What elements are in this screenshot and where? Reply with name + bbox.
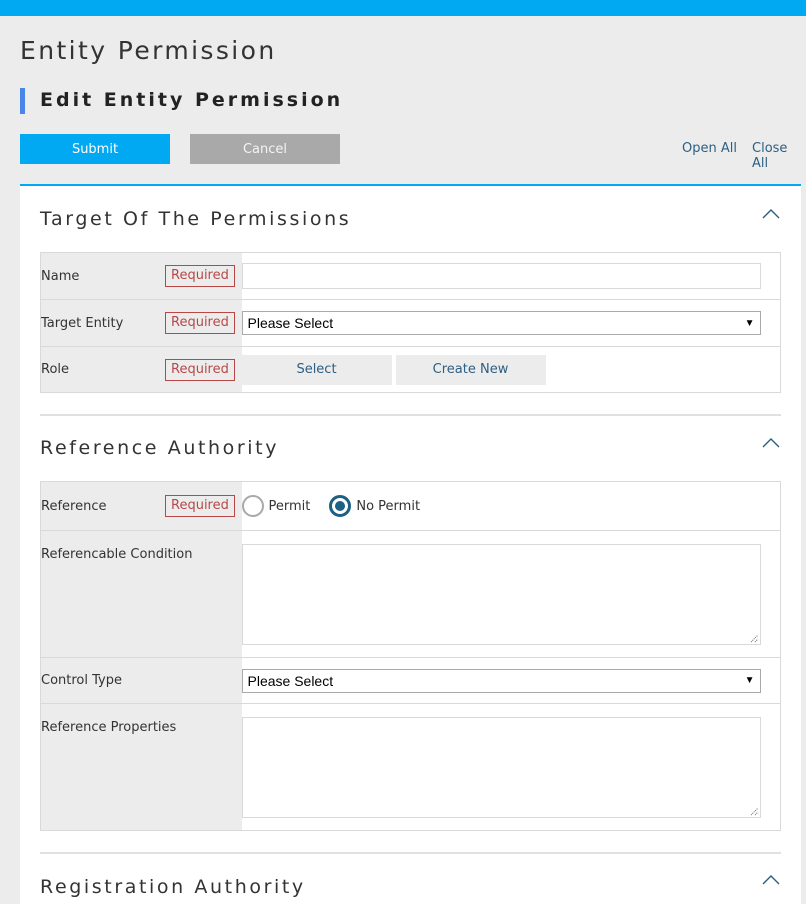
- required-badge: Required: [165, 312, 235, 334]
- role-create-new-button[interactable]: Create New: [395, 354, 546, 385]
- radio-checked-icon[interactable]: [329, 495, 352, 517]
- form-row-role: Role Required Select Create New: [40, 346, 781, 393]
- resize-grip-icon[interactable]: [750, 807, 759, 816]
- section-divider: [40, 852, 781, 854]
- submit-button[interactable]: Submit: [20, 134, 170, 164]
- name-label: Name: [41, 268, 80, 284]
- radio-label: Permit: [268, 498, 311, 514]
- radio-label: No Permit: [356, 498, 421, 514]
- required-badge: Required: [165, 358, 235, 381]
- dropdown-arrow-icon: ▼: [744, 317, 755, 329]
- field-label: Name Required: [40, 252, 242, 300]
- close-all-link[interactable]: Close All: [752, 141, 806, 171]
- referencable-condition-label: Referencable Condition: [41, 547, 193, 562]
- control-type-label: Control Type: [41, 673, 122, 688]
- radio-permit[interactable]: Permit: [241, 495, 311, 517]
- form-row-name: Name Required: [40, 252, 781, 300]
- select-value: Please Select: [247, 672, 334, 689]
- sub-title-accent-bar: [20, 88, 25, 114]
- field-label: Reference Required: [40, 481, 242, 531]
- reference-radio-group: Permit No Permit: [241, 495, 781, 517]
- field-label: Referencable Condition: [40, 530, 242, 658]
- page-gutter: [801, 184, 806, 893]
- form-row-reference-properties: Reference Properties: [40, 703, 781, 831]
- reference-form-table: Reference Required Permit No Permit Refe…: [40, 481, 781, 831]
- section-divider: [40, 414, 781, 416]
- form-row-reference: Reference Required Permit No Permit: [40, 481, 781, 531]
- field-label: Reference Properties: [40, 703, 242, 831]
- form-row-control-type: Control Type Please Select ▼: [40, 657, 781, 704]
- control-type-select[interactable]: Please Select ▼: [241, 668, 761, 693]
- field-label: Control Type: [40, 657, 242, 704]
- target-entity-select[interactable]: Please Select ▼: [241, 311, 761, 335]
- section-title-reference: Reference Authority: [40, 437, 280, 459]
- form-row-target-entity: Target Entity Required Please Select ▼: [40, 299, 781, 347]
- cancel-button[interactable]: Cancel: [190, 134, 340, 164]
- top-bar: [0, 0, 806, 16]
- sub-title: Edit Entity Permission: [40, 89, 344, 111]
- target-entity-label: Target Entity: [41, 315, 124, 331]
- radio-no-permit[interactable]: No Permit: [329, 495, 420, 517]
- reference-properties-textarea[interactable]: [241, 716, 761, 818]
- field-label: Role Required: [40, 346, 242, 393]
- dropdown-arrow-icon: ▼: [744, 675, 755, 686]
- name-input[interactable]: [241, 263, 761, 289]
- section-title-registration: Registration Authority: [40, 876, 306, 898]
- chevron-up-icon[interactable]: [762, 208, 780, 220]
- open-all-link[interactable]: Open All: [682, 141, 737, 156]
- form-panel: Target Of The Permissions Name Required …: [20, 184, 801, 904]
- role-select-button[interactable]: Select: [241, 354, 392, 385]
- required-badge: Required: [165, 495, 235, 517]
- referencable-condition-textarea[interactable]: [241, 543, 761, 645]
- reference-label: Reference: [41, 498, 107, 514]
- page-title: Entity Permission: [20, 36, 277, 65]
- reference-properties-label: Reference Properties: [41, 720, 177, 735]
- radio-unchecked-icon[interactable]: [241, 495, 264, 517]
- target-form-table: Name Required Target Entity Required Ple…: [40, 252, 781, 393]
- chevron-up-icon[interactable]: [762, 437, 780, 449]
- field-label: Target Entity Required: [40, 299, 242, 347]
- section-title-target: Target Of The Permissions: [40, 208, 352, 230]
- select-value: Please Select: [247, 315, 334, 331]
- required-badge: Required: [165, 265, 235, 287]
- resize-grip-icon[interactable]: [750, 634, 759, 643]
- role-label: Role: [41, 362, 70, 377]
- form-row-referencable-condition: Referencable Condition: [40, 530, 781, 658]
- chevron-up-icon[interactable]: [762, 874, 780, 886]
